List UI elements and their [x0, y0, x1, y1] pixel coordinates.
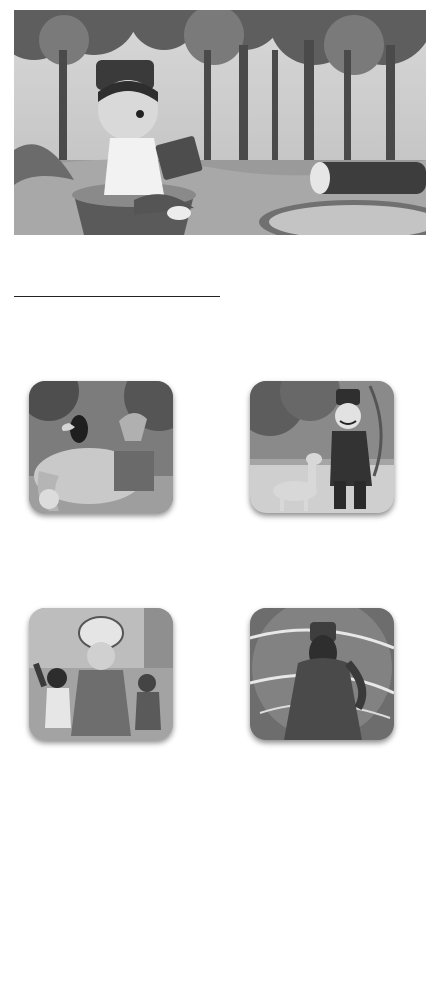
hunter-deer-thumbnail: [250, 381, 394, 513]
toucan-elephant-thumbnail: [29, 381, 173, 513]
hero-forest-image: [14, 10, 426, 235]
story-card-royal-procession[interactable]: [29, 608, 173, 740]
story-card-toucan-elephant[interactable]: [29, 381, 173, 513]
story-card-hunter-deer[interactable]: [250, 381, 394, 513]
royal-procession-thumbnail: [29, 608, 173, 740]
story-card-veiled-figure[interactable]: [250, 608, 394, 740]
veiled-figure-thumbnail: [250, 608, 394, 740]
section-divider: [14, 296, 220, 297]
hero-illustration: [14, 10, 426, 235]
